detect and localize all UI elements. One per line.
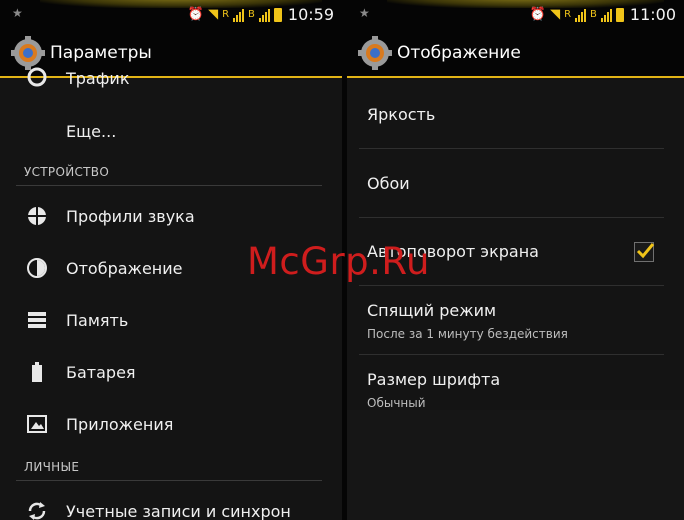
signal-icon-2 (600, 8, 612, 22)
notification-star-icon: ★ (359, 6, 370, 20)
pref-title: Яркость (367, 105, 436, 124)
section-divider (16, 185, 322, 186)
display-icon (27, 258, 47, 278)
list-item-apps[interactable]: Приложения (0, 412, 342, 436)
sound-profile-icon (28, 207, 46, 225)
signal-icon (233, 8, 245, 22)
page-title: Параметры (50, 43, 152, 63)
list-divider (359, 148, 664, 149)
list-item-label: Трафик (66, 68, 130, 88)
signal-icon-2 (258, 8, 270, 22)
status-bar: ★ ⏰ ◥ R B 11:00 (347, 0, 684, 30)
storage-icon (28, 312, 46, 328)
list-item-sound-profiles[interactable]: Профили звука (0, 204, 342, 228)
alarm-icon: ⏰ (187, 7, 205, 22)
list-item-battery[interactable]: Батарея (0, 360, 342, 384)
alarm-icon: ⏰ (529, 7, 547, 22)
list-divider (359, 354, 664, 355)
display-settings-list: Яркость Обои Автоповорот экрана Спящий р… (347, 78, 684, 520)
pref-wallpaper[interactable]: Обои (367, 174, 664, 193)
battery-status-icon (615, 8, 624, 22)
list-item-accounts-sync[interactable]: Учетные записи и синхрон (0, 499, 342, 520)
list-item-more[interactable]: Еще... (0, 120, 342, 142)
checkmark-icon (636, 243, 655, 259)
pref-title: Обои (367, 174, 410, 193)
wifi-icon: ◥ (550, 7, 561, 22)
battery-icon (32, 362, 42, 382)
section-header-personal: ЛИЧНЫЕ (24, 460, 80, 474)
watermark-text: McGrp.Ru (247, 240, 430, 283)
sim1-label-icon: R (564, 9, 572, 20)
traffic-icon (27, 67, 47, 87)
list-item-label: Учетные записи и синхрон (66, 501, 291, 520)
sim2-label-icon: B (248, 9, 255, 20)
page-title: Отображение (397, 43, 521, 63)
list-item-label: Приложения (66, 414, 174, 434)
list-item-label: Отображение (66, 258, 183, 278)
list-item-traffic[interactable]: Трафик (0, 66, 342, 90)
section-divider (16, 480, 322, 481)
settings-list: Трафик Еще... УСТРОЙСТВО Профили звука О… (0, 67, 342, 520)
list-item-label: Батарея (66, 362, 136, 382)
action-bar: Отображение (347, 30, 684, 78)
list-item-label: Профили звука (66, 206, 195, 226)
pref-font-size[interactable]: Размер шрифта Обычный (367, 370, 664, 410)
empty-area (347, 410, 684, 520)
signal-icon (575, 8, 587, 22)
status-bar: ★ ⏰ ◥ R B 10:59 (0, 0, 342, 30)
status-time: 11:00 (629, 5, 676, 24)
list-item-label: Память (66, 310, 129, 330)
battery-status-icon (273, 8, 282, 22)
pref-title: Спящий режим (367, 301, 497, 320)
notification-star-icon: ★ (12, 6, 23, 20)
settings-app-icon[interactable] (357, 35, 393, 71)
sim2-label-icon: B (590, 9, 597, 20)
pref-sleep[interactable]: Спящий режим После за 1 минуту бездейств… (367, 301, 664, 341)
wifi-icon: ◥ (208, 7, 219, 22)
list-divider (359, 217, 664, 218)
list-item-label: Еще... (66, 121, 117, 141)
pref-brightness[interactable]: Яркость (367, 105, 664, 124)
pref-title: Размер шрифта (367, 370, 501, 389)
apps-icon (27, 415, 47, 433)
list-item-storage[interactable]: Память (0, 308, 342, 332)
pref-summary: После за 1 минуту бездействия (367, 327, 568, 341)
section-header-device: УСТРОЙСТВО (24, 165, 110, 179)
sync-icon (28, 502, 46, 520)
pref-summary: Обычный (367, 396, 426, 410)
sim1-label-icon: R (222, 9, 230, 20)
status-time: 10:59 (287, 5, 334, 24)
auto-rotate-checkbox[interactable] (634, 242, 655, 262)
list-divider (359, 285, 664, 286)
